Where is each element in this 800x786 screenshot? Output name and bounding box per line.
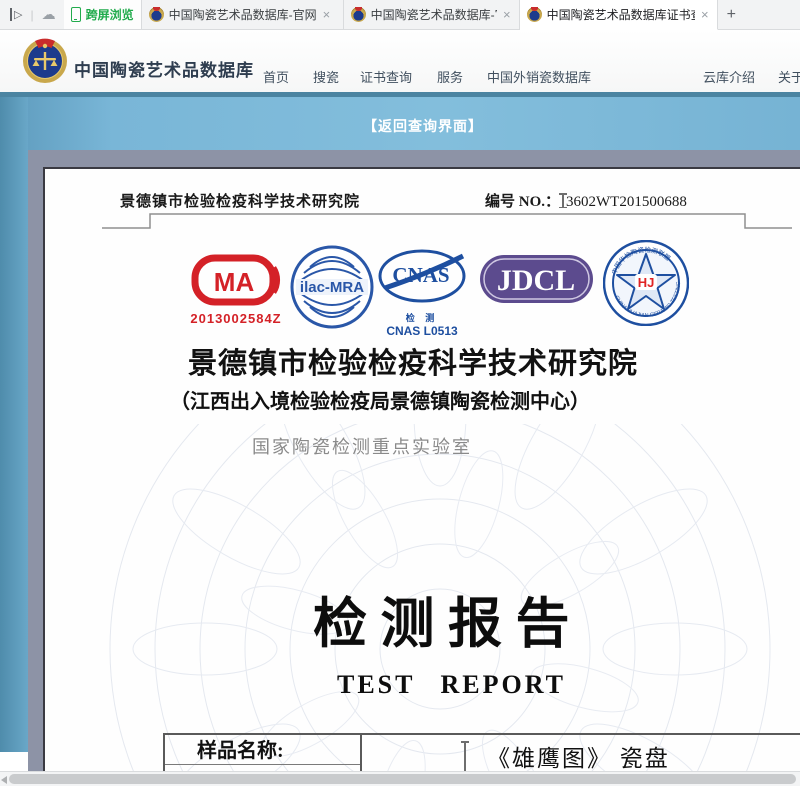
site-logo-icon — [22, 38, 68, 84]
header-rule — [45, 169, 800, 239]
jdcl-logo: JDCL — [480, 255, 593, 308]
close-tab-icon[interactable]: × — [322, 8, 332, 21]
cma-text: MA — [214, 267, 255, 297]
tab-label: 中国陶瓷艺术品数据库-官网 — [169, 6, 317, 23]
report-title-en: TEST REPORT — [337, 669, 566, 700]
tab-database-home-2[interactable]: 中国陶瓷艺术品数据库-官网 × — [344, 0, 520, 29]
sample-name-label-cn: 样品名称: — [165, 735, 360, 765]
institute-subtitle: （江西出入境检验检疫局景德镇陶瓷检测中心） — [170, 390, 590, 414]
site-favicon — [351, 7, 366, 22]
hj-center-text: HJ — [638, 275, 655, 290]
tab-database-home-1[interactable]: 中国陶瓷艺术品数据库-官网 × — [142, 0, 344, 29]
page-background-strip — [0, 97, 28, 752]
tab-label: 中国陶瓷艺术品数据库证书查询 — [547, 6, 695, 23]
sidebar-toggle-icon[interactable]: ▷ — [10, 8, 22, 21]
tab-cross-screen[interactable]: 跨屏浏览 — [64, 0, 142, 29]
phone-icon — [71, 7, 81, 22]
new-tab-button[interactable]: + — [718, 0, 745, 29]
back-to-query-link[interactable]: 【返回查询界面】 — [363, 116, 483, 136]
cnas-text: CNAS — [392, 263, 449, 287]
browser-controls: ▷ | ☁ — [0, 0, 64, 29]
site-favicon — [149, 7, 164, 22]
cloud-sync-icon[interactable]: ☁ — [42, 6, 56, 23]
nav-export-porcelain-db[interactable]: 中国外销瓷数据库 — [487, 67, 591, 86]
nav-about[interactable]: 关于 — [778, 67, 800, 86]
nav-certificate-query[interactable]: 证书查询 — [360, 67, 412, 86]
cma-cert-number: 2013002584Z — [190, 311, 282, 326]
key-lab-line: 国家陶瓷检测重点实验室 — [252, 437, 472, 459]
browser-tab-bar: ▷ | ☁ 跨屏浏览 中国陶瓷艺术品数据库-官网 × 中国陶瓷艺术品数据库-官网… — [0, 0, 800, 30]
browser-window: ▷ | ☁ 跨屏浏览 中国陶瓷艺术品数据库-官网 × 中国陶瓷艺术品数据库-官网… — [0, 0, 800, 786]
huajian-union-logo: 中国华检陶瓷检测联盟 CHINA HUAJIAN CERAMIC TESTING… — [603, 240, 689, 331]
sample-name-value: 《雄鹰图》 瓷盘 — [487, 745, 670, 773]
scrollbar-thumb[interactable] — [9, 774, 796, 784]
nav-home[interactable]: 首页 — [263, 67, 289, 86]
tab-label: 跨屏浏览 — [86, 6, 134, 23]
horizontal-scrollbar[interactable] — [0, 771, 800, 786]
close-tab-icon[interactable]: × — [502, 8, 512, 21]
close-tab-icon[interactable]: × — [700, 8, 710, 21]
content-area: 景德镇市检验检疫科学技术研究院 编号 NO.：3602WT201500688 M… — [0, 150, 800, 786]
nav-services[interactable]: 服务 — [437, 67, 463, 86]
institute-title: 景德镇市检验检疫科学技术研究院 — [188, 347, 638, 382]
site-header: 中国陶瓷艺术品数据库 首页 搜瓷 证书查询 服务 中国外销瓷数据库 云库介绍 关… — [0, 30, 800, 92]
tab-label: 中国陶瓷艺术品数据库-官网 — [371, 6, 497, 23]
cnas-sub-cn: 检 测 — [377, 311, 467, 324]
site-title: 中国陶瓷艺术品数据库 — [74, 56, 254, 81]
test-report-document: 景德镇市检验检疫科学技术研究院 编号 NO.：3602WT201500688 M… — [43, 167, 800, 786]
ilac-text: ilac-MRA — [300, 279, 364, 296]
nav-search-porcelain[interactable]: 搜瓷 — [313, 67, 339, 86]
cma-logo: MA 2013002584Z — [190, 254, 282, 326]
jdcl-text: JDCL — [497, 264, 575, 297]
divider: | — [30, 8, 33, 22]
ilac-mra-logo: ilac-MRA — [290, 245, 374, 334]
cnas-logo: CNAS 检 测 CNAS L0513 — [377, 248, 467, 338]
cnas-sub-code: CNAS L0513 — [377, 324, 467, 338]
site-favicon — [527, 7, 542, 22]
report-title-cn: 检 测 报 告 — [313, 593, 570, 655]
tab-certificate-query-active[interactable]: 中国陶瓷艺术品数据库证书查询 × — [520, 0, 718, 30]
nav-cloud-library-intro[interactable]: 云库介绍 — [703, 67, 755, 86]
scroll-left-arrow-icon[interactable] — [1, 776, 7, 784]
